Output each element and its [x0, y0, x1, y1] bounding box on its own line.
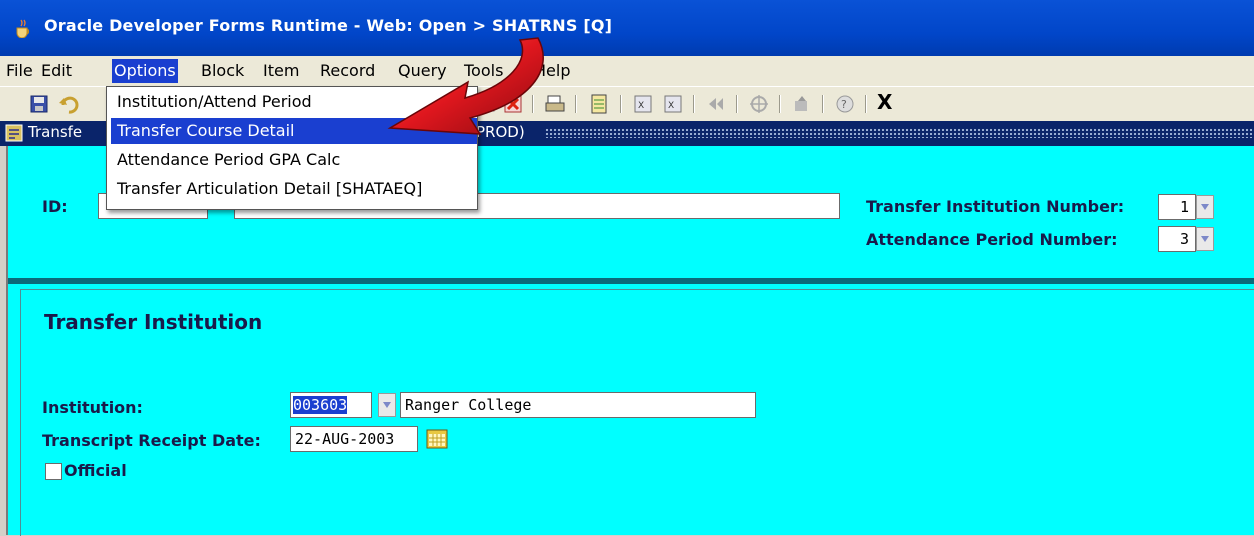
- institution-label: Institution:: [42, 398, 143, 417]
- title-pattern: [545, 128, 1254, 138]
- institution-name-field[interactable]: Ranger College: [400, 392, 756, 418]
- institution-code-selected-text: 003603: [293, 396, 348, 414]
- toolbar-separator: [575, 95, 577, 113]
- attendance-period-number-lov-button[interactable]: [1196, 227, 1214, 251]
- transfer-institution-number-field[interactable]: 1: [1158, 194, 1196, 220]
- transfer-institution-number-label: Transfer Institution Number:: [866, 197, 1125, 216]
- transcript-receipt-date-field[interactable]: 22-AUG-2003: [290, 426, 418, 452]
- exit-button[interactable]: X: [877, 90, 892, 114]
- forward-icon[interactable]: [791, 93, 813, 115]
- menu-block[interactable]: Block: [199, 59, 246, 83]
- toolbar-separator: [693, 95, 695, 113]
- attendance-period-number-field[interactable]: 3: [1158, 226, 1196, 252]
- clear-record-icon[interactable]: X: [662, 93, 684, 115]
- official-checkbox[interactable]: [45, 463, 62, 480]
- save-icon[interactable]: [28, 93, 50, 115]
- svg-text:X: X: [668, 101, 674, 111]
- menu-options[interactable]: Options: [112, 59, 178, 83]
- toolbar-separator: [736, 95, 738, 113]
- toolbar-separator: [822, 95, 824, 113]
- toolbar-separator: [779, 95, 781, 113]
- transfer-institution-heading: Transfer Institution: [44, 310, 263, 334]
- institution-lov-button[interactable]: [378, 393, 396, 417]
- toolbar-separator: [620, 95, 622, 113]
- window-titlebar: Oracle Developer Forms Runtime - Web: Op…: [0, 0, 1254, 56]
- menu-file[interactable]: File: [4, 59, 35, 83]
- clear-field-icon[interactable]: X: [632, 93, 654, 115]
- report-icon[interactable]: [588, 93, 610, 115]
- toolbar-separator: [865, 95, 867, 113]
- id-label: ID:: [42, 197, 68, 216]
- menu-record[interactable]: Record: [318, 59, 377, 83]
- help-icon[interactable]: ?: [834, 93, 856, 115]
- menu-option-transfer-articulation-detail[interactable]: Transfer Articulation Detail [SHATAEQ]: [111, 176, 477, 202]
- menu-item[interactable]: Item: [261, 59, 301, 83]
- rollback-icon[interactable]: [58, 93, 80, 115]
- svg-text:?: ?: [841, 98, 847, 111]
- red-arrow-annotation: [387, 37, 544, 135]
- institution-code-field[interactable]: 003603: [290, 392, 372, 418]
- menu-bar: File Edit Options Block Item Record Quer…: [0, 56, 1254, 86]
- previous-icon[interactable]: [705, 93, 727, 115]
- menu-option-attendance-period-gpa-calc[interactable]: Attendance Period GPA Calc: [111, 147, 477, 173]
- attendance-period-number-label: Attendance Period Number:: [866, 230, 1118, 249]
- target-icon[interactable]: [748, 93, 770, 115]
- menu-edit[interactable]: Edit: [39, 59, 74, 83]
- transcript-receipt-date-label: Transcript Receipt Date:: [42, 431, 261, 450]
- official-label: Official: [64, 461, 127, 480]
- java-cup-icon: [16, 19, 30, 38]
- calendar-icon[interactable]: [426, 428, 448, 450]
- form-title: Transfe: [28, 123, 83, 141]
- form-icon: [5, 124, 23, 142]
- svg-text:X: X: [638, 101, 644, 111]
- transfer-institution-number-lov-button[interactable]: [1196, 195, 1214, 219]
- block-divider: [8, 278, 1254, 284]
